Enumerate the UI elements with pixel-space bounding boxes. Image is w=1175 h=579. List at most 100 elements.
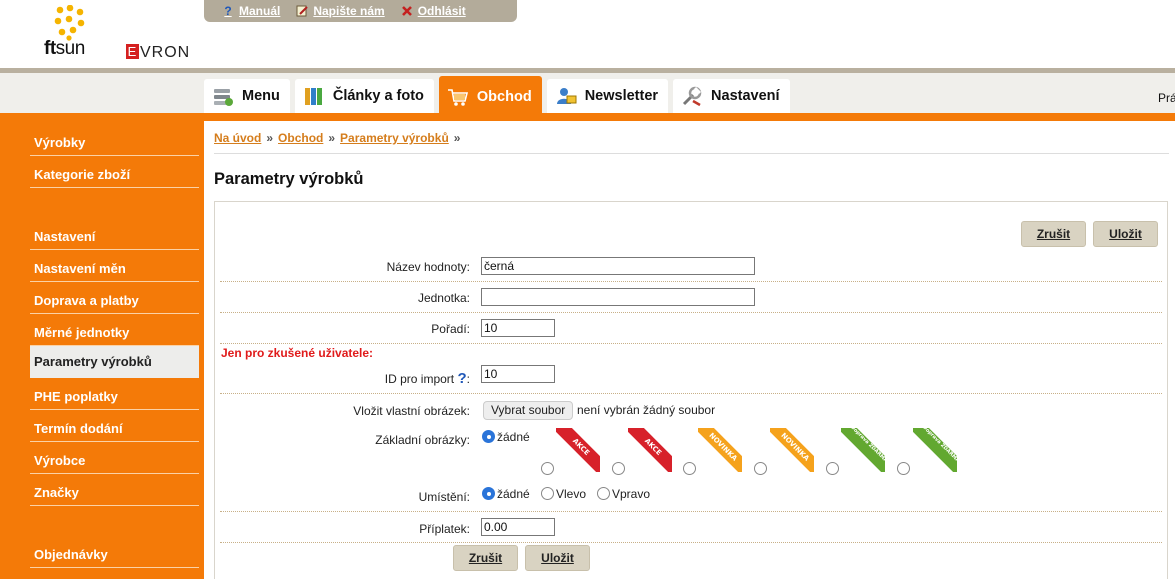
row-divider bbox=[220, 312, 1162, 313]
tab-settings-label: Nastavení bbox=[711, 88, 780, 104]
value-name-input[interactable] bbox=[481, 257, 755, 275]
logo-area: ftsun E VRON bbox=[0, 0, 204, 70]
cart-icon bbox=[447, 89, 468, 106]
badge-text: AKCE bbox=[628, 428, 672, 472]
badge-radio[interactable] bbox=[826, 462, 839, 475]
unit-input[interactable] bbox=[481, 288, 755, 306]
tab-articles[interactable]: Články a foto bbox=[294, 79, 434, 113]
badge-text: NOVINKA bbox=[698, 428, 742, 472]
breadcrumb-home[interactable]: Na úvod bbox=[214, 131, 261, 145]
badge-radio[interactable] bbox=[754, 462, 767, 475]
badge-radio[interactable] bbox=[612, 462, 625, 475]
help-icon: ? bbox=[224, 4, 232, 18]
row-divider bbox=[220, 511, 1162, 512]
cancel-button-top[interactable]: Zrušit bbox=[1021, 221, 1086, 247]
placement-left-radio[interactable] bbox=[541, 487, 554, 500]
badge-image-free-shipping[interactable]: Doprava ZDARMA bbox=[841, 428, 885, 472]
unit-label: Jednotka: bbox=[417, 291, 470, 305]
sidebar-item-categories[interactable]: Kategorie zboží bbox=[30, 158, 199, 188]
custom-image-label: Vložit vlastní obrázek: bbox=[353, 404, 470, 418]
sidebar-item-currencies[interactable]: Nastavení měn bbox=[30, 252, 199, 282]
save-button-top[interactable]: Uložit bbox=[1093, 221, 1158, 247]
badge-text: NOVINKA bbox=[770, 428, 814, 472]
import-id-label-wrap: ID pro import ?: bbox=[214, 370, 470, 387]
badge-radio[interactable] bbox=[541, 462, 554, 475]
sidebar: Výrobky Kategorie zboží Nastavení Nastav… bbox=[0, 121, 204, 579]
value-name-label: Název hodnoty: bbox=[386, 260, 470, 274]
breadcrumb-separator: » bbox=[266, 131, 274, 145]
help-icon[interactable]: ? bbox=[457, 370, 466, 387]
tab-settings[interactable]: Nastavení bbox=[673, 79, 790, 113]
surcharge-label: Příplatek: bbox=[419, 522, 470, 536]
placement-none-label: žádné bbox=[497, 487, 530, 501]
sidebar-item-units[interactable]: Měrné jednotky bbox=[30, 316, 199, 346]
order-label: Pořadí: bbox=[431, 322, 470, 336]
manual-link-label: Manuál bbox=[239, 4, 281, 18]
sidebar-item-orders[interactable]: Objednávky bbox=[30, 538, 199, 568]
close-icon bbox=[401, 5, 413, 17]
badge-image-new[interactable]: NOVINKA bbox=[698, 428, 742, 472]
page-title: Parametry výrobků bbox=[214, 170, 364, 188]
tab-shop-label: Obchod bbox=[476, 89, 532, 105]
tab-menu[interactable]: Menu bbox=[204, 79, 290, 113]
badge-radio[interactable] bbox=[683, 462, 696, 475]
save-button-bottom[interactable]: Uložit bbox=[525, 545, 590, 571]
badge-image-sale[interactable]: AKCE bbox=[628, 428, 672, 472]
order-input[interactable] bbox=[481, 319, 555, 337]
tools-icon bbox=[682, 86, 702, 107]
breadcrumb-separator: » bbox=[328, 131, 336, 145]
row-divider bbox=[220, 343, 1162, 344]
base-image-none-label: žádné bbox=[497, 430, 530, 444]
nav-right-text: Prá bbox=[1158, 91, 1175, 105]
file-status: není vybrán žádný soubor bbox=[577, 403, 716, 417]
placement-label: Umístění: bbox=[418, 490, 470, 504]
base-images-label: Základní obrázky: bbox=[375, 433, 470, 447]
tab-menu-label: Menu bbox=[242, 88, 280, 104]
base-image-none-radio[interactable] bbox=[482, 430, 495, 443]
top-links-bar: ? Manuál Napište nám Odhlásit bbox=[204, 0, 517, 22]
sidebar-item-products[interactable]: Výrobky bbox=[30, 126, 199, 156]
newsletter-icon bbox=[556, 88, 577, 104]
badge-image-new[interactable]: NOVINKA bbox=[770, 428, 814, 472]
ftsun-logo-text: ftsun bbox=[44, 38, 85, 59]
sidebar-item-product-parameters[interactable]: Parametry výrobků bbox=[30, 346, 199, 378]
import-id-input[interactable] bbox=[481, 365, 555, 383]
placement-right-radio[interactable] bbox=[597, 487, 610, 500]
choose-file-button[interactable]: Vybrat soubor bbox=[483, 401, 574, 420]
ftsun-logo-icon bbox=[54, 5, 85, 41]
sidebar-item-brands[interactable]: Značky bbox=[30, 476, 199, 506]
sidebar-item-shipping[interactable]: Doprava a platby bbox=[30, 284, 199, 314]
tab-newsletter[interactable]: Newsletter bbox=[546, 79, 669, 113]
import-id-label: ID pro import bbox=[384, 372, 455, 386]
breadcrumb-separator: » bbox=[453, 131, 461, 145]
expert-warning: Jen pro zkušené uživatele: bbox=[221, 346, 374, 360]
badge-radio[interactable] bbox=[897, 462, 910, 475]
contact-link[interactable]: Napište nám bbox=[296, 4, 385, 18]
placement-none-radio[interactable] bbox=[482, 487, 495, 500]
cancel-button-bottom[interactable]: Zrušit bbox=[453, 545, 518, 571]
badge-text: Doprava ZDARMA bbox=[913, 428, 957, 472]
badge-image-sale[interactable]: AKCE bbox=[556, 428, 600, 472]
badge-image-free-shipping[interactable]: Doprava ZDARMA bbox=[913, 428, 957, 472]
breadcrumb: Na úvod » Obchod » Parametry výrobků » bbox=[214, 131, 465, 145]
tab-shop[interactable]: Obchod bbox=[438, 76, 542, 118]
badge-text: AKCE bbox=[556, 428, 600, 472]
breadcrumb-shop[interactable]: Obchod bbox=[278, 131, 323, 145]
breadcrumb-divider bbox=[214, 153, 1169, 154]
contact-link-label: Napište nám bbox=[313, 4, 385, 18]
breadcrumb-current[interactable]: Parametry výrobků bbox=[340, 131, 449, 145]
sidebar-item-manufacturer[interactable]: Výrobce bbox=[30, 444, 199, 474]
menu-icon bbox=[214, 89, 233, 106]
tab-articles-label: Články a foto bbox=[332, 88, 424, 104]
sidebar-item-phe-fees[interactable]: PHE poplatky bbox=[30, 380, 199, 410]
row-divider bbox=[220, 542, 1162, 543]
tab-newsletter-label: Newsletter bbox=[584, 88, 659, 104]
manual-link[interactable]: ? Manuál bbox=[222, 4, 280, 18]
placement-left-label: Vlevo bbox=[556, 487, 587, 501]
logout-link[interactable]: Odhlásit bbox=[401, 4, 466, 18]
evron-logo: E VRON bbox=[126, 44, 191, 61]
sidebar-item-settings[interactable]: Nastavení bbox=[30, 220, 199, 250]
sidebar-item-delivery-time[interactable]: Termín dodání bbox=[30, 412, 199, 442]
articles-icon bbox=[304, 88, 322, 105]
surcharge-input[interactable] bbox=[481, 518, 555, 536]
